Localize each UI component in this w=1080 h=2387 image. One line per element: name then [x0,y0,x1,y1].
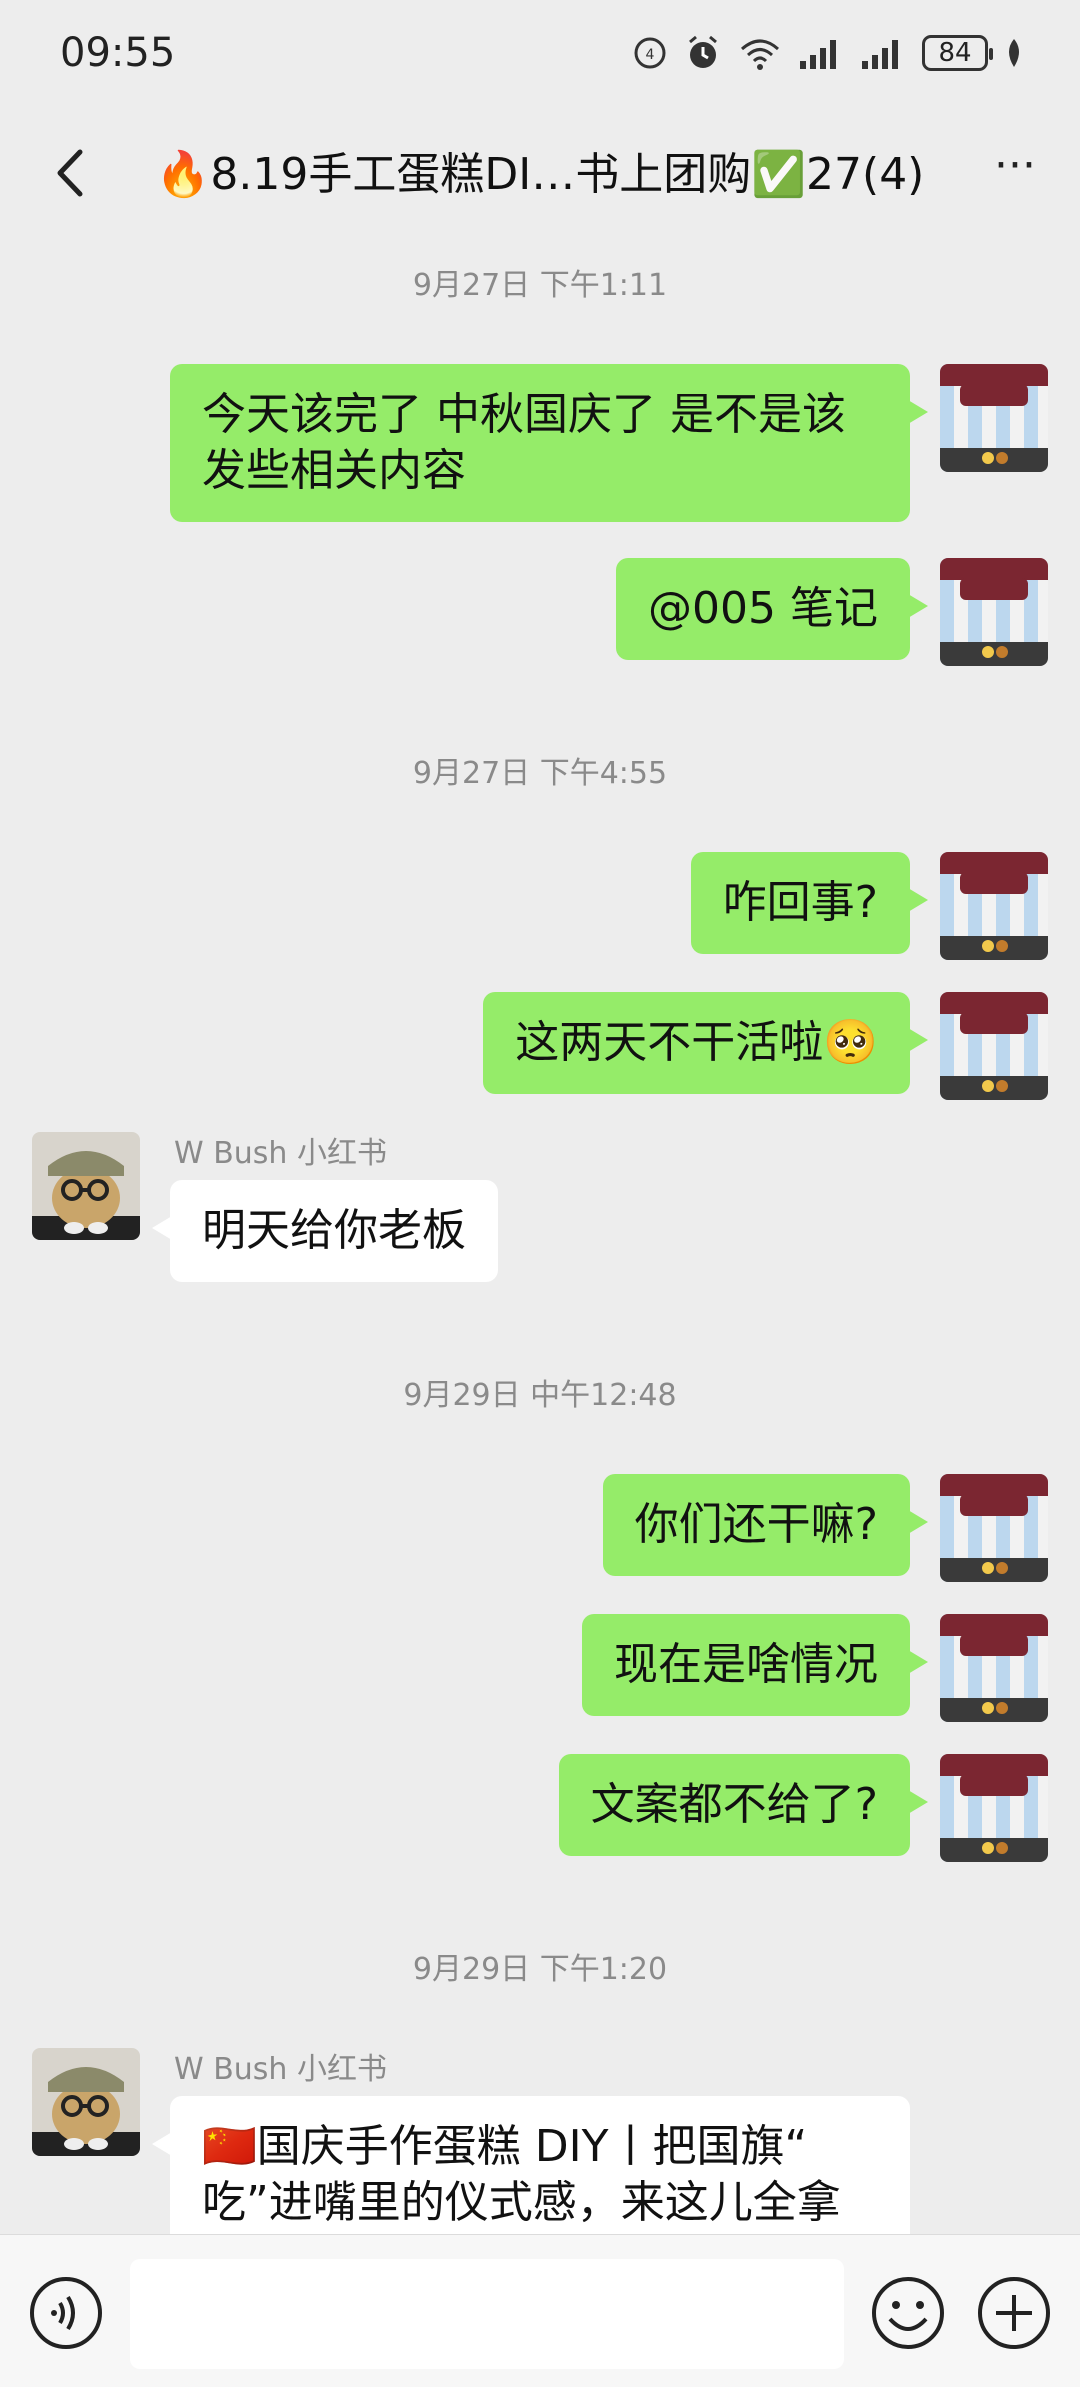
voice-icon [51,2295,75,2331]
contact-avatar[interactable] [32,2048,140,2156]
hd-call-icon: 4 [634,37,666,69]
svg-text:4: 4 [646,47,655,63]
signal-2-icon [862,40,898,69]
message-bubble-sent[interactable]: 咋回事? [690,852,929,954]
power-saving-leaf-icon [1009,39,1019,67]
my-avatar[interactable] [940,364,1048,472]
message-bubble-received[interactable]: 🇨🇳国庆手作蛋糕 DIY丨把国旗“ 吃”进嘴里的仪式感，来这儿全拿 [152,2096,910,2234]
my-avatar-image [940,1614,1048,1722]
my-avatar[interactable] [940,1754,1048,1862]
my-avatar-image [940,558,1048,666]
contact-avatar-image [32,2048,140,2156]
contact-avatar-image [32,1132,140,1240]
message-input[interactable] [130,2259,844,2369]
message-bubble-sent[interactable]: 文案都不给了? [558,1754,929,1856]
input-bar [0,2234,1080,2387]
my-avatar-image [940,364,1048,472]
message-bubble-sent[interactable]: @005 笔记 [616,558,928,660]
wifi-icon [741,39,779,70]
status-bar: 09:55 4 84 [0,0,1080,110]
my-avatar-image [940,852,1048,960]
sender-name: W Bush 小红书 [174,2052,387,2087]
my-avatar-image [940,1754,1048,1862]
emoji-button-icon[interactable] [870,2275,946,2351]
signal-1-icon [800,40,836,69]
my-avatar[interactable] [940,1614,1048,1722]
my-avatar[interactable] [940,558,1048,666]
more-options-icon[interactable]: ··· [980,140,1050,210]
timestamp: 9月29日 下午1:20 [412,1952,668,1987]
plus-more-icon[interactable] [976,2275,1052,2351]
sender-name: W Bush 小红书 [174,1136,387,1171]
message-bubble-sent[interactable]: 现在是啥情况 [582,1614,928,1716]
my-avatar-image [940,992,1048,1100]
alarm-icon [689,35,717,68]
battery-indicator: 84 [922,35,993,71]
my-avatar[interactable] [940,1474,1048,1582]
status-time: 09:55 [60,30,176,76]
back-arrow-icon[interactable] [36,138,106,208]
timestamp: 9月27日 下午4:55 [412,756,668,791]
chat-title: 🔥8.19手工蛋糕DI…书上团购✅27(4) [155,149,925,200]
message-bubble-sent[interactable]: 这两天不干活啦🥺 [483,992,928,1094]
my-avatar-image [940,1474,1048,1582]
timestamp: 9月27日 下午1:11 [412,268,668,303]
message-bubble-sent[interactable]: 今天该完了 中秋国庆了 是不是该发些相关内容 [170,364,928,522]
my-avatar[interactable] [940,992,1048,1100]
message-bubble-sent[interactable]: 你们还干嘛? [602,1474,929,1576]
message-bubble-received[interactable]: 明天给你老板 [152,1180,498,1282]
status-icons: 4 84 [632,34,1024,72]
chat-message-list[interactable]: 9月27日 下午1:11 今天该完了 中秋国庆了 是不是该发些相关内容 @005… [0,236,1080,2234]
voice-input-button[interactable] [30,2277,102,2349]
my-avatar[interactable] [940,852,1048,960]
timestamp: 9月29日 中午12:48 [403,1378,677,1413]
contact-avatar[interactable] [32,1132,140,1240]
chat-header: 🔥8.19手工蛋糕DI…书上团购✅27(4) ··· [0,110,1080,236]
